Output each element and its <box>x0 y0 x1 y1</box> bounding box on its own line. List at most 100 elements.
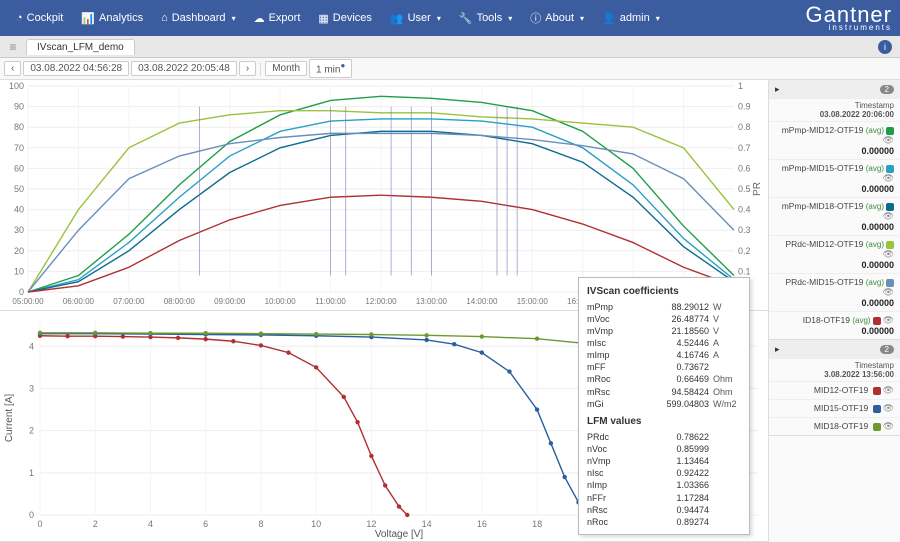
svg-text:4: 4 <box>148 519 153 529</box>
eye-icon[interactable]: 👁 <box>883 385 894 395</box>
coef-row: mPmp88.29012W <box>587 301 741 313</box>
nav-user[interactable]: 👥User▾ <box>382 8 449 29</box>
from-time[interactable]: 03.08.2022 04:56:28 <box>23 61 129 76</box>
coef-row: mImp4.16746A <box>587 349 741 361</box>
speed-icon: ◔ <box>16 12 23 24</box>
eye-icon[interactable]: 👁 <box>883 211 894 221</box>
svg-text:0.8: 0.8 <box>738 122 751 132</box>
svg-text:14: 14 <box>422 519 432 529</box>
svg-text:11:00:00: 11:00:00 <box>315 297 346 306</box>
eye-icon[interactable]: 👁 <box>883 403 894 413</box>
wrench-icon: 🔧 <box>459 12 473 25</box>
coef-row: mVmp21.18560V <box>587 325 741 337</box>
legend-block: ▸ 2 Timestamp3.08.2022 13:56:00MID12-OTF19… <box>769 340 900 436</box>
svg-text:0: 0 <box>29 510 34 520</box>
legend-item[interactable]: mPmp-MID18-OTF19 (avg)👁0.00000 <box>769 197 900 235</box>
coef-row: mIsc4.52446A <box>587 337 741 349</box>
svg-text:10: 10 <box>311 519 321 529</box>
svg-text:12: 12 <box>366 519 376 529</box>
eye-icon[interactable]: 👁 <box>883 421 894 431</box>
nav-export[interactable]: ☁Export <box>246 8 309 29</box>
svg-text:0.6: 0.6 <box>738 163 751 173</box>
chevron-icon[interactable]: ▸ <box>775 84 780 95</box>
nav-dashboard[interactable]: ⌂Dashboard▾ <box>153 8 244 28</box>
badge: 2 <box>880 85 894 94</box>
svg-text:2: 2 <box>29 426 34 436</box>
legend-item[interactable]: PRdc-MID15-OTF19 (avg)👁0.00000 <box>769 273 900 311</box>
eye-icon[interactable]: 👁 <box>883 287 894 297</box>
eye-icon[interactable]: 👁 <box>883 315 894 325</box>
legend-item[interactable]: MID18-OTF19 👁 <box>769 417 900 435</box>
svg-text:1: 1 <box>738 81 743 91</box>
caret-icon: ▾ <box>508 14 512 23</box>
timestamp-label: Timestamp3.08.2022 13:56:00 <box>769 359 900 381</box>
time-toolbar: ‹ 03.08.2022 04:56:28 03.08.2022 20:05:4… <box>0 58 900 80</box>
coef-row: mRoc0.66469Ohm <box>587 373 741 385</box>
svg-text:40: 40 <box>14 205 24 215</box>
eye-icon[interactable]: 👁 <box>883 249 894 259</box>
svg-text:90: 90 <box>14 102 24 112</box>
svg-text:20: 20 <box>14 246 24 256</box>
menu-icon[interactable]: ≡ <box>4 40 22 54</box>
nav-cockpit[interactable]: ◔Cockpit <box>8 8 71 28</box>
badge: 2 <box>880 345 894 354</box>
color-swatch-icon <box>886 241 894 249</box>
svg-text:Voltage [V]: Voltage [V] <box>375 529 424 540</box>
svg-text:0.9: 0.9 <box>738 102 751 112</box>
top-nav: ◔Cockpit📊Analytics⌂Dashboard▾☁Export▦Dev… <box>0 0 900 36</box>
prev-button[interactable]: ‹ <box>4 61 21 76</box>
lfm-row: nVmp1.13464 <box>587 455 741 467</box>
svg-text:30: 30 <box>14 225 24 235</box>
lfm-row: nFFr1.17284 <box>587 492 741 504</box>
color-swatch-icon <box>873 423 881 431</box>
legend-item[interactable]: MID12-OTF19 👁 <box>769 381 900 399</box>
coef-row: mGi599.04803W/m2 <box>587 398 741 410</box>
nav-about[interactable]: ⓘAbout▾ <box>522 6 592 30</box>
to-time[interactable]: 03.08.2022 20:05:48 <box>131 61 237 76</box>
eye-icon[interactable]: 👁 <box>883 173 894 183</box>
step-button[interactable]: 1 min● <box>309 59 352 77</box>
tooltip-heading: LFM values <box>587 416 741 427</box>
nav-analytics[interactable]: 📊Analytics <box>73 8 151 29</box>
legend-item[interactable]: PRdc-MID12-OTF19 (avg)👁0.00000 <box>769 235 900 273</box>
tooltip-heading: IVScan coefficients <box>587 286 741 297</box>
nav-tools[interactable]: 🔧Tools▾ <box>451 8 520 29</box>
color-swatch-icon <box>886 165 894 173</box>
svg-text:1: 1 <box>29 468 34 478</box>
legend-block: ▸ 2 Timestamp03.08.2022 20:06:00mPmp-MID12… <box>769 80 900 340</box>
tab-ivscan[interactable]: IVscan_LFM_demo <box>26 39 135 55</box>
svg-text:18: 18 <box>532 519 542 529</box>
info-icon[interactable]: i <box>878 40 892 54</box>
readout-tooltip: IVScan coefficientsmPmp88.29012WmVoc26.4… <box>578 277 750 535</box>
timestamp-label: Timestamp03.08.2022 20:06:00 <box>769 99 900 121</box>
nav-admin[interactable]: 👤admin▾ <box>594 8 668 29</box>
legend-item[interactable]: MID15-OTF19 👁 <box>769 399 900 417</box>
iv-curve-chart[interactable]: 01234024681012141618202224Voltage [V]Cur… <box>0 311 768 542</box>
svg-text:09:00:00: 09:00:00 <box>214 297 246 306</box>
lfm-row: nRsc0.94474 <box>587 504 741 516</box>
legend-item[interactable]: mPmp-MID15-OTF19 (avg)👁0.00000 <box>769 159 900 197</box>
svg-text:07:00:00: 07:00:00 <box>113 297 145 306</box>
color-swatch-icon <box>873 387 881 395</box>
chevron-icon[interactable]: ▸ <box>775 344 780 355</box>
nav-devices[interactable]: ▦Devices <box>310 8 380 29</box>
svg-text:10:00:00: 10:00:00 <box>265 297 297 306</box>
legend-item[interactable]: ID18-OTF19 (avg)👁0.00000 <box>769 311 900 339</box>
svg-text:10: 10 <box>14 266 24 276</box>
svg-text:6: 6 <box>203 519 208 529</box>
next-button[interactable]: › <box>239 61 256 76</box>
svg-text:60: 60 <box>14 163 24 173</box>
color-swatch-icon <box>873 405 881 413</box>
svg-text:05:00:00: 05:00:00 <box>12 297 44 306</box>
color-swatch-icon <box>886 279 894 287</box>
range-button[interactable]: Month <box>265 61 307 76</box>
svg-text:70: 70 <box>14 143 24 153</box>
legend-item[interactable]: mPmp-MID12-OTF19 (avg)👁0.00000 <box>769 121 900 159</box>
coef-row: mRsc94.58424Ohm <box>587 386 741 398</box>
svg-text:14:00:00: 14:00:00 <box>466 297 498 306</box>
eye-icon[interactable]: 👁 <box>883 135 894 145</box>
svg-text:0: 0 <box>19 287 24 297</box>
brand: Gantner instruments <box>806 4 893 32</box>
caret-icon: ▾ <box>232 14 236 23</box>
lfm-row: nRoc0.89274 <box>587 516 741 528</box>
